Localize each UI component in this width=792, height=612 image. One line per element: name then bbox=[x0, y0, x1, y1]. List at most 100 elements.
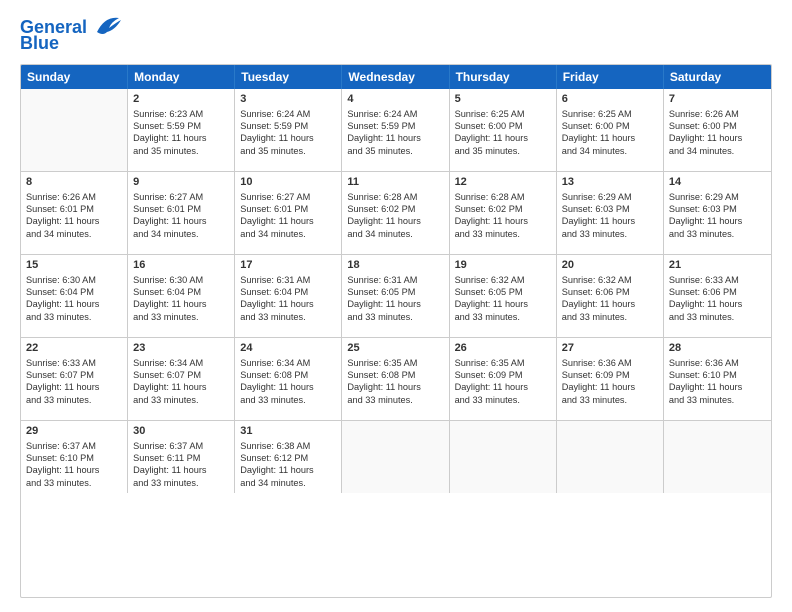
cell-text: and 34 minutes. bbox=[347, 228, 443, 240]
header-day-friday: Friday bbox=[557, 65, 664, 89]
page: General Blue SundayMondayTuesdayWednesda… bbox=[0, 0, 792, 612]
cell-text: Daylight: 11 hours bbox=[133, 464, 229, 476]
calendar-cell-w3-d2: 16Sunrise: 6:30 AMSunset: 6:04 PMDayligh… bbox=[128, 255, 235, 337]
calendar-cell-w2-d3: 10Sunrise: 6:27 AMSunset: 6:01 PMDayligh… bbox=[235, 172, 342, 254]
cell-text: Sunrise: 6:34 AM bbox=[133, 357, 229, 369]
cell-text: Sunset: 6:02 PM bbox=[347, 203, 443, 215]
cell-text: Sunset: 5:59 PM bbox=[240, 120, 336, 132]
cell-text: and 33 minutes. bbox=[133, 311, 229, 323]
cell-text: Daylight: 11 hours bbox=[669, 132, 766, 144]
day-number: 6 bbox=[562, 92, 658, 107]
cell-text: Daylight: 11 hours bbox=[347, 381, 443, 393]
day-number: 15 bbox=[26, 258, 122, 273]
cell-text: Sunrise: 6:26 AM bbox=[26, 191, 122, 203]
cell-text: Sunrise: 6:35 AM bbox=[347, 357, 443, 369]
cell-text: Daylight: 11 hours bbox=[26, 381, 122, 393]
cell-text: Sunrise: 6:25 AM bbox=[562, 108, 658, 120]
calendar-cell-w2-d7: 14Sunrise: 6:29 AMSunset: 6:03 PMDayligh… bbox=[664, 172, 771, 254]
calendar-cell-w4-d6: 27Sunrise: 6:36 AMSunset: 6:09 PMDayligh… bbox=[557, 338, 664, 420]
calendar-cell-w4-d3: 24Sunrise: 6:34 AMSunset: 6:08 PMDayligh… bbox=[235, 338, 342, 420]
day-number: 14 bbox=[669, 175, 766, 190]
calendar-cell-w4-d4: 25Sunrise: 6:35 AMSunset: 6:08 PMDayligh… bbox=[342, 338, 449, 420]
cell-text: Daylight: 11 hours bbox=[347, 132, 443, 144]
cell-text: Sunset: 6:09 PM bbox=[455, 369, 551, 381]
calendar-cell-w4-d1: 22Sunrise: 6:33 AMSunset: 6:07 PMDayligh… bbox=[21, 338, 128, 420]
calendar-cell-w1-d7: 7Sunrise: 6:26 AMSunset: 6:00 PMDaylight… bbox=[664, 89, 771, 171]
cell-text: and 33 minutes. bbox=[347, 394, 443, 406]
cell-text: Sunrise: 6:23 AM bbox=[133, 108, 229, 120]
cell-text: and 33 minutes. bbox=[455, 394, 551, 406]
cell-text: Daylight: 11 hours bbox=[133, 381, 229, 393]
cell-text: Sunset: 6:05 PM bbox=[455, 286, 551, 298]
cell-text: Sunrise: 6:34 AM bbox=[240, 357, 336, 369]
cell-text: Sunset: 6:01 PM bbox=[240, 203, 336, 215]
cell-text: Daylight: 11 hours bbox=[133, 132, 229, 144]
cell-text: Sunrise: 6:24 AM bbox=[240, 108, 336, 120]
cell-text: and 33 minutes. bbox=[562, 394, 658, 406]
day-number: 22 bbox=[26, 341, 122, 356]
day-number: 26 bbox=[455, 341, 551, 356]
calendar-cell-w5-d5 bbox=[450, 421, 557, 493]
header-day-monday: Monday bbox=[128, 65, 235, 89]
logo-bird-icon bbox=[89, 14, 121, 38]
cell-text: and 33 minutes. bbox=[562, 311, 658, 323]
cell-text: Sunrise: 6:29 AM bbox=[669, 191, 766, 203]
cell-text: and 33 minutes. bbox=[240, 311, 336, 323]
cell-text: Sunset: 6:10 PM bbox=[26, 452, 122, 464]
logo: General Blue bbox=[20, 18, 121, 54]
cell-text: and 33 minutes. bbox=[26, 394, 122, 406]
cell-text: Sunset: 6:08 PM bbox=[347, 369, 443, 381]
day-number: 27 bbox=[562, 341, 658, 356]
cell-text: Daylight: 11 hours bbox=[455, 298, 551, 310]
calendar-week-3: 15Sunrise: 6:30 AMSunset: 6:04 PMDayligh… bbox=[21, 255, 771, 338]
cell-text: Daylight: 11 hours bbox=[133, 215, 229, 227]
cell-text: Sunset: 6:01 PM bbox=[133, 203, 229, 215]
cell-text: Sunset: 6:06 PM bbox=[562, 286, 658, 298]
day-number: 28 bbox=[669, 341, 766, 356]
header-day-thursday: Thursday bbox=[450, 65, 557, 89]
cell-text: Sunset: 5:59 PM bbox=[133, 120, 229, 132]
day-number: 25 bbox=[347, 341, 443, 356]
day-number: 30 bbox=[133, 424, 229, 439]
calendar-week-2: 8Sunrise: 6:26 AMSunset: 6:01 PMDaylight… bbox=[21, 172, 771, 255]
cell-text: Daylight: 11 hours bbox=[562, 298, 658, 310]
cell-text: and 33 minutes. bbox=[26, 477, 122, 489]
day-number: 12 bbox=[455, 175, 551, 190]
cell-text: and 35 minutes. bbox=[455, 145, 551, 157]
day-number: 16 bbox=[133, 258, 229, 273]
cell-text: Daylight: 11 hours bbox=[240, 464, 336, 476]
cell-text: Daylight: 11 hours bbox=[26, 215, 122, 227]
calendar-cell-w2-d6: 13Sunrise: 6:29 AMSunset: 6:03 PMDayligh… bbox=[557, 172, 664, 254]
calendar-cell-w5-d4 bbox=[342, 421, 449, 493]
cell-text: and 34 minutes. bbox=[133, 228, 229, 240]
day-number: 7 bbox=[669, 92, 766, 107]
calendar-cell-w5-d7 bbox=[664, 421, 771, 493]
cell-text: and 34 minutes. bbox=[562, 145, 658, 157]
cell-text: Sunset: 6:03 PM bbox=[669, 203, 766, 215]
cell-text: Daylight: 11 hours bbox=[669, 381, 766, 393]
cell-text: Daylight: 11 hours bbox=[26, 464, 122, 476]
calendar-cell-w2-d5: 12Sunrise: 6:28 AMSunset: 6:02 PMDayligh… bbox=[450, 172, 557, 254]
cell-text: Daylight: 11 hours bbox=[240, 215, 336, 227]
header-day-tuesday: Tuesday bbox=[235, 65, 342, 89]
cell-text: Daylight: 11 hours bbox=[240, 381, 336, 393]
cell-text: and 33 minutes. bbox=[669, 228, 766, 240]
day-number: 29 bbox=[26, 424, 122, 439]
day-number: 5 bbox=[455, 92, 551, 107]
cell-text: and 34 minutes. bbox=[240, 228, 336, 240]
cell-text: Sunrise: 6:27 AM bbox=[133, 191, 229, 203]
cell-text: and 33 minutes. bbox=[133, 477, 229, 489]
cell-text: Daylight: 11 hours bbox=[562, 132, 658, 144]
calendar-cell-w1-d6: 6Sunrise: 6:25 AMSunset: 6:00 PMDaylight… bbox=[557, 89, 664, 171]
cell-text: Sunrise: 6:27 AM bbox=[240, 191, 336, 203]
cell-text: Sunrise: 6:38 AM bbox=[240, 440, 336, 452]
calendar-cell-w2-d2: 9Sunrise: 6:27 AMSunset: 6:01 PMDaylight… bbox=[128, 172, 235, 254]
day-number: 24 bbox=[240, 341, 336, 356]
cell-text: Daylight: 11 hours bbox=[347, 215, 443, 227]
calendar-header: SundayMondayTuesdayWednesdayThursdayFrid… bbox=[21, 65, 771, 89]
cell-text: Sunrise: 6:37 AM bbox=[133, 440, 229, 452]
calendar-week-4: 22Sunrise: 6:33 AMSunset: 6:07 PMDayligh… bbox=[21, 338, 771, 421]
cell-text: and 35 minutes. bbox=[133, 145, 229, 157]
cell-text: Sunset: 6:05 PM bbox=[347, 286, 443, 298]
day-number: 3 bbox=[240, 92, 336, 107]
